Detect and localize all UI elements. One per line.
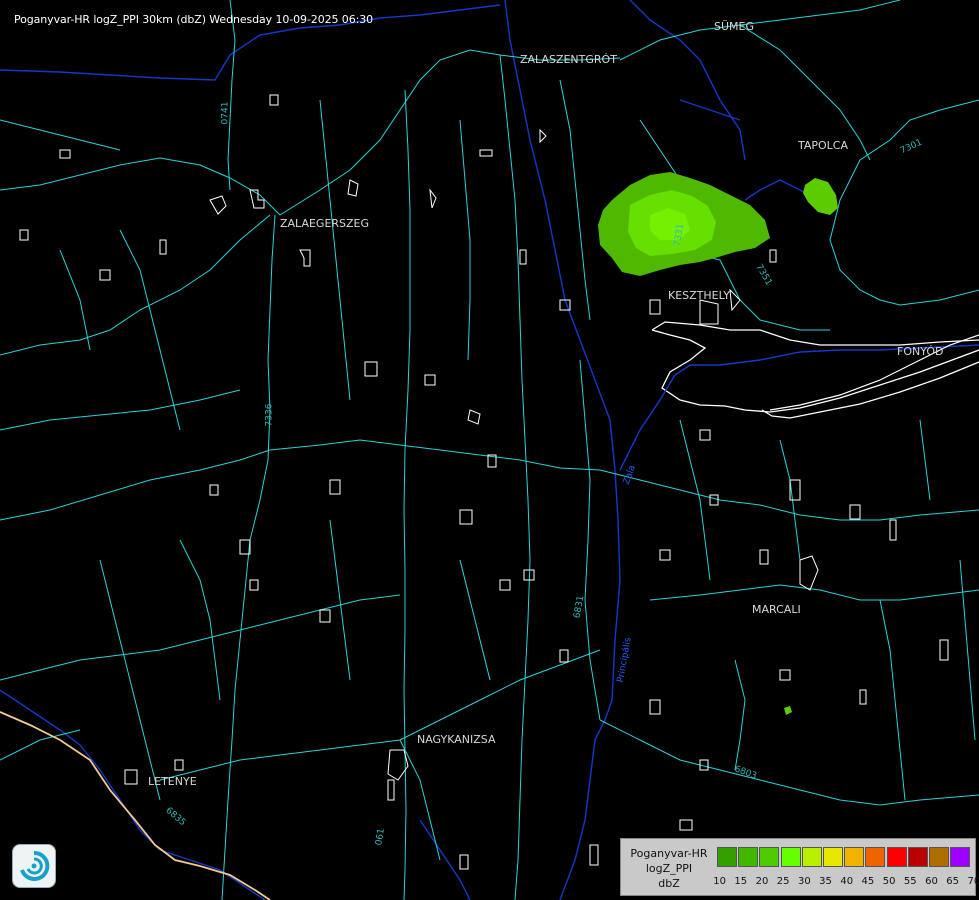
legend-swatch <box>844 847 865 867</box>
legend-title: Poganyvar-HR logZ_PPI dbZ <box>625 846 713 891</box>
image-title: Poganyvar-HR logZ_PPI 30km (dbZ) Wednesd… <box>14 13 374 26</box>
legend-swatch <box>886 847 907 867</box>
city-label-keszthely: KESZTHELY <box>668 289 731 302</box>
legend-tick: 40 <box>840 876 854 887</box>
legend-swatch <box>907 847 928 867</box>
legend-title-line: Poganyvar-HR <box>630 847 708 860</box>
legend-tick: 55 <box>903 876 917 887</box>
legend-swatch <box>865 847 886 867</box>
city-label-tapolca: TAPOLCA <box>798 139 849 152</box>
legend-swatch <box>822 847 843 867</box>
legend-swatch <box>717 847 737 867</box>
legend-swatch <box>928 847 949 867</box>
legend-swatch <box>950 847 971 867</box>
legend-tick: 20 <box>755 876 769 887</box>
legend-swatch <box>759 847 780 867</box>
legend-swatch <box>801 847 822 867</box>
legend-tick: 60 <box>925 876 938 887</box>
legend-tick: 45 <box>861 876 875 887</box>
legend-ticks: 10 15 20 25 30 35 40 45 50 55 60 65 70 <box>709 876 979 887</box>
legend-tick: 15 <box>734 876 748 887</box>
road-label-7336: 7336 <box>264 403 275 427</box>
radar-swirl-icon <box>12 844 56 888</box>
legend-title-line: dbZ <box>658 877 680 890</box>
radar-map[interactable] <box>0 0 979 900</box>
legend-tick: 65 <box>946 876 960 887</box>
legend-tick: 25 <box>776 876 790 887</box>
city-label-letenye: LETENYE <box>148 775 197 788</box>
color-legend: Poganyvar-HR logZ_PPI dbZ 10 15 20 25 30… <box>620 838 979 896</box>
legend-tick: 10 <box>713 876 726 887</box>
legend-tick: 70 <box>967 876 979 887</box>
city-label-sumeg: SÜMEG <box>714 20 754 33</box>
legend-swatch <box>780 847 801 867</box>
city-label-fonyod: FONYÓD <box>897 345 944 358</box>
city-label-zalaegerszeg: ZALAEGERSZEG <box>280 217 370 230</box>
legend-tick: 30 <box>797 876 811 887</box>
legend-tick: 35 <box>819 876 832 887</box>
city-label-nagykanizsa: NAGYKANIZSA <box>417 733 496 746</box>
legend-swatches <box>717 847 971 867</box>
legend-swatch <box>738 847 759 867</box>
city-label-zalaszentgrot: ZALASZENTGRÓT <box>520 53 617 66</box>
legend-title-line: logZ_PPI <box>645 862 693 875</box>
road-label-0741: 0741 <box>220 101 231 125</box>
legend-tick: 50 <box>882 876 896 887</box>
city-label-marcali: MARCALI <box>752 603 801 616</box>
